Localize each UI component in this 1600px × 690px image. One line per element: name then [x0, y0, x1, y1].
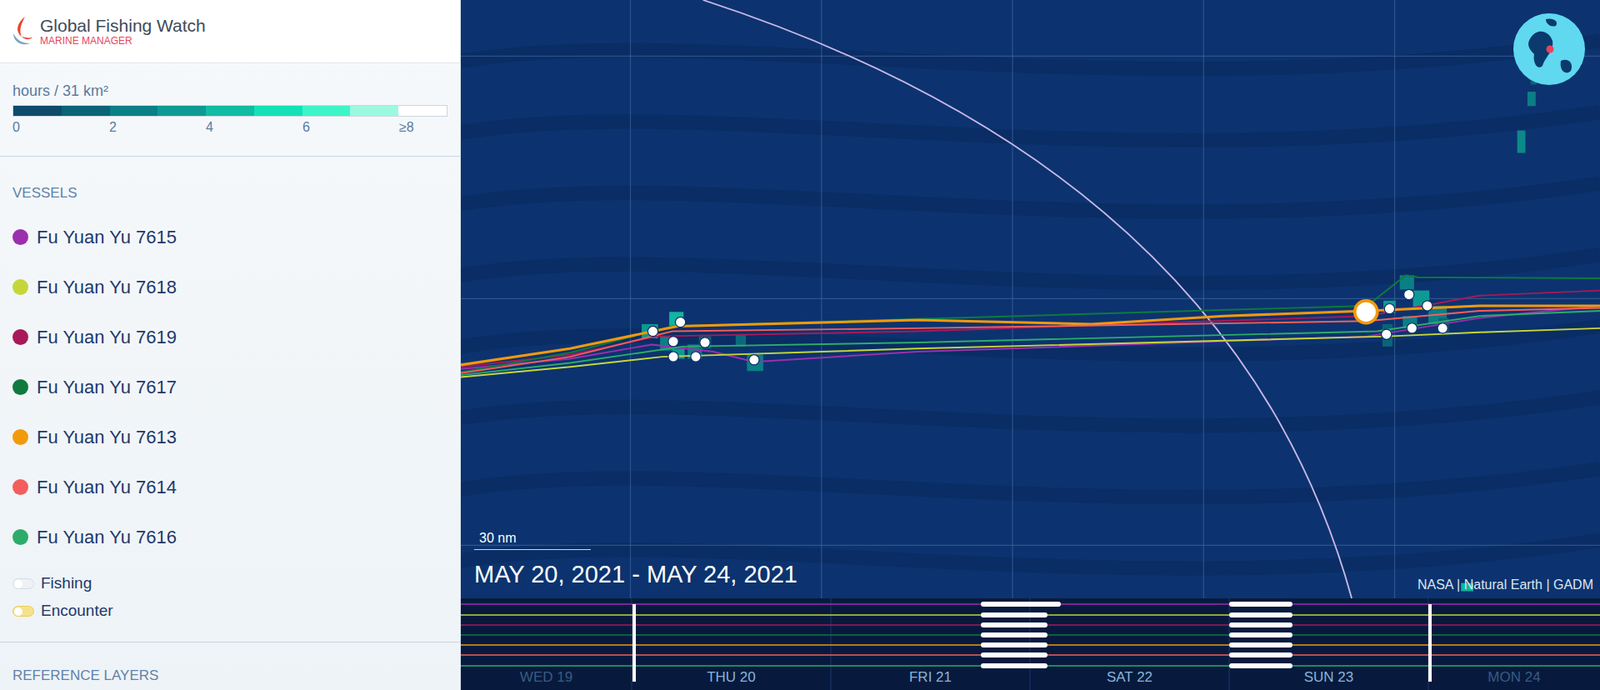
- timeline-day[interactable]: FRI 21: [830, 668, 1030, 687]
- timeline-day[interactable]: MON 24: [1428, 668, 1600, 687]
- app-subtitle: MARINE MANAGER: [40, 35, 206, 46]
- reference-section: REFERENCE LAYERS: [0, 641, 460, 685]
- attribution: NASA | Natural Earth | GADM: [1417, 576, 1594, 594]
- legend-step: [350, 105, 399, 116]
- layer-toggle[interactable]: Fishing: [12, 570, 448, 598]
- vessel-name[interactable]: Fu Yuan Yu 7615: [36, 223, 177, 251]
- legend-tick: ≥8: [399, 119, 448, 136]
- vessel-name[interactable]: Fu Yuan Yu 7616: [36, 523, 177, 551]
- legend-step: [13, 105, 62, 116]
- legend-step: [110, 105, 159, 116]
- vessel-item[interactable]: Fu Yuan Yu 7617: [12, 361, 448, 412]
- vessel-item[interactable]: Fu Yuan Yu 7618: [12, 261, 448, 312]
- legend-step: [61, 105, 110, 116]
- legend-step: [157, 105, 206, 116]
- timeline-tracks[interactable]: [460, 598, 1600, 690]
- timeline-day[interactable]: THU 20: [631, 668, 831, 687]
- logo-icon: [10, 15, 35, 49]
- vessel-color-dot[interactable]: [12, 529, 29, 545]
- legend-tick: 0: [12, 119, 110, 136]
- scale-label: 30 nm: [474, 530, 516, 545]
- scale-bar: 30 nm: [474, 528, 591, 550]
- legend-tick: 6: [302, 119, 400, 136]
- vessel-item[interactable]: Fu Yuan Yu 7619: [12, 311, 448, 362]
- vessel-item[interactable]: Fu Yuan Yu 7616: [12, 511, 448, 562]
- timeline[interactable]: WED 19THU 20FRI 21SAT 22SUN 23MON 24: [460, 598, 1600, 690]
- timeline-day[interactable]: SAT 22: [1030, 668, 1230, 687]
- legend-tick: 2: [109, 119, 206, 136]
- date-range: MAY 20, 2021 - MAY 24, 2021: [474, 560, 798, 589]
- legend-ticks: 0246≥8: [12, 119, 448, 136]
- vessel-color-dot[interactable]: [12, 429, 29, 445]
- sidebar: Global Fishing WatchMARINE MANAGERhours …: [0, 0, 461, 690]
- vessel-item[interactable]: Fu Yuan Yu 7613: [12, 411, 448, 462]
- map-panel: 30 nm MAY 20, 2021 - MAY 24, 2021 NASA | N…: [460, 0, 1600, 690]
- vessel-name[interactable]: Fu Yuan Yu 7614: [36, 473, 177, 501]
- timeline-day[interactable]: SUN 23: [1229, 668, 1429, 687]
- vessel-item[interactable]: Fu Yuan Yu 7614: [12, 461, 448, 512]
- vessel-color-dot[interactable]: [12, 479, 29, 495]
- vessel-name[interactable]: Fu Yuan Yu 7617: [36, 373, 177, 401]
- vessel-color-dot[interactable]: [12, 329, 29, 345]
- vessel-color-dot[interactable]: [12, 279, 29, 295]
- map-canvas[interactable]: [460, 0, 1600, 599]
- legend-tick: 4: [205, 119, 303, 136]
- app-title: Global Fishing Watch: [40, 16, 206, 35]
- legend-step: [254, 105, 303, 116]
- legend-step: [398, 105, 447, 116]
- vessels-heading: VESSELS: [12, 185, 448, 202]
- toggle-list: Fishing Encounter: [12, 570, 448, 625]
- toggle-switch[interactable]: [12, 578, 35, 590]
- layer-toggle[interactable]: Encounter: [12, 597, 448, 625]
- legend-step: [302, 105, 351, 116]
- vessels-section: VESSELSFu Yuan Yu 7615Fu Yuan Yu 7618Fu …: [0, 156, 460, 625]
- map[interactable]: 30 nm MAY 20, 2021 - MAY 24, 2021 NASA | N…: [460, 0, 1600, 599]
- legend-bar: [12, 105, 448, 117]
- legend-step: [205, 105, 255, 116]
- app: Global Fishing WatchMARINE MANAGERhours …: [0, 0, 1600, 690]
- legend-unit: hours / 31 km²: [12, 81, 448, 100]
- header: Global Fishing WatchMARINE MANAGER: [0, 0, 460, 64]
- timeline-days: WED 19THU 20FRI 21SAT 22SUN 23MON 24: [460, 668, 1600, 690]
- vessel-color-dot[interactable]: [12, 229, 29, 245]
- reference-heading: REFERENCE LAYERS: [12, 667, 448, 685]
- toggle-label: Fishing: [40, 571, 92, 596]
- vessel-name[interactable]: Fu Yuan Yu 7613: [36, 423, 177, 451]
- legend: hours / 31 km² 0246≥8: [0, 63, 460, 157]
- globe-icon[interactable]: [1512, 12, 1586, 86]
- vessel-color-dot[interactable]: [12, 379, 29, 395]
- vessel-item[interactable]: Fu Yuan Yu 7615: [12, 211, 448, 262]
- toggle-switch[interactable]: [12, 605, 35, 617]
- vessel-name[interactable]: Fu Yuan Yu 7619: [36, 323, 177, 351]
- vessel-list: Fu Yuan Yu 7615 Fu Yuan Yu 7618 Fu Yuan Yu…: [12, 211, 448, 562]
- toggle-label: Encounter: [40, 599, 114, 624]
- timeline-day[interactable]: WED 19: [460, 668, 632, 687]
- vessel-name[interactable]: Fu Yuan Yu 7618: [36, 273, 177, 301]
